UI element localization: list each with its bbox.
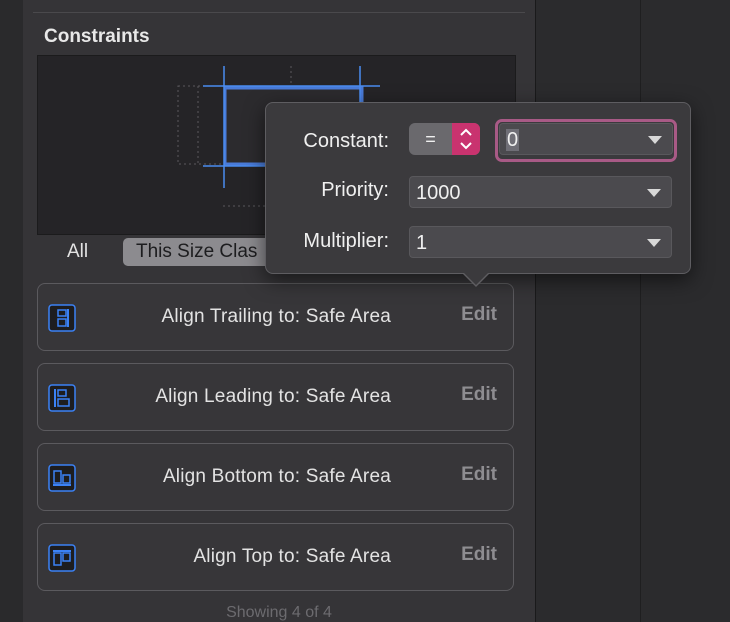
priority-value: 1000 [416,182,461,204]
constant-field[interactable]: 0 [499,123,673,155]
constraint-row[interactable]: Align Top to: Safe Area Edit [37,523,514,591]
constraint-label: Align Bottom to: Safe Area [162,466,391,487]
constraint-row[interactable]: Align Bottom to: Safe Area Edit [37,443,514,511]
constraint-label: Align Top to: Safe Area [193,546,391,567]
canvas-background [536,0,730,622]
edit-button[interactable]: Edit [461,384,497,406]
multiplier-field[interactable]: 1 [409,226,672,258]
chevron-down-icon[interactable] [647,189,661,197]
popover-arrow [463,272,489,285]
constant-value: 0 [506,129,520,151]
edit-button[interactable]: Edit [461,464,497,486]
align-leading-icon [48,384,76,412]
align-top-icon [48,544,76,572]
segment-all[interactable]: All [67,241,88,263]
align-bottom-icon [48,464,76,492]
size-inspector-panel: Constraints All This Size Clas Align Tra… [23,0,536,622]
priority-label: Priority: [321,179,389,201]
constraint-count: Showing 4 of 4 [226,604,332,621]
edit-button[interactable]: Edit [461,544,497,566]
multiplier-value: 1 [416,232,428,254]
constraint-edit-popover: Constant: = 0 Priority: 1000 Multiplier:… [265,102,691,287]
constraint-row[interactable]: Align Trailing to: Safe Area Edit [37,283,514,351]
chevron-down-icon[interactable] [648,136,662,144]
relation-popup-button[interactable]: = [409,123,480,155]
chevron-down-icon[interactable] [647,239,661,247]
section-title: Constraints [44,26,150,47]
divider [33,12,525,13]
relation-stepper[interactable] [452,123,480,155]
constraint-label: Align Leading to: Safe Area [155,386,391,407]
priority-field[interactable]: 1000 [409,176,672,208]
edit-button[interactable]: Edit [461,304,497,326]
constraint-row[interactable]: Align Leading to: Safe Area Edit [37,363,514,431]
constant-label: Constant: [303,130,389,152]
align-trailing-icon [48,304,76,332]
relation-symbol: = [425,129,436,149]
chevron-up-down-icon [460,128,472,150]
constraint-label: Align Trailing to: Safe Area [161,306,391,327]
divider [640,0,641,622]
multiplier-label: Multiplier: [303,230,389,252]
segment-this-size-class[interactable]: This Size Clas [123,238,283,266]
